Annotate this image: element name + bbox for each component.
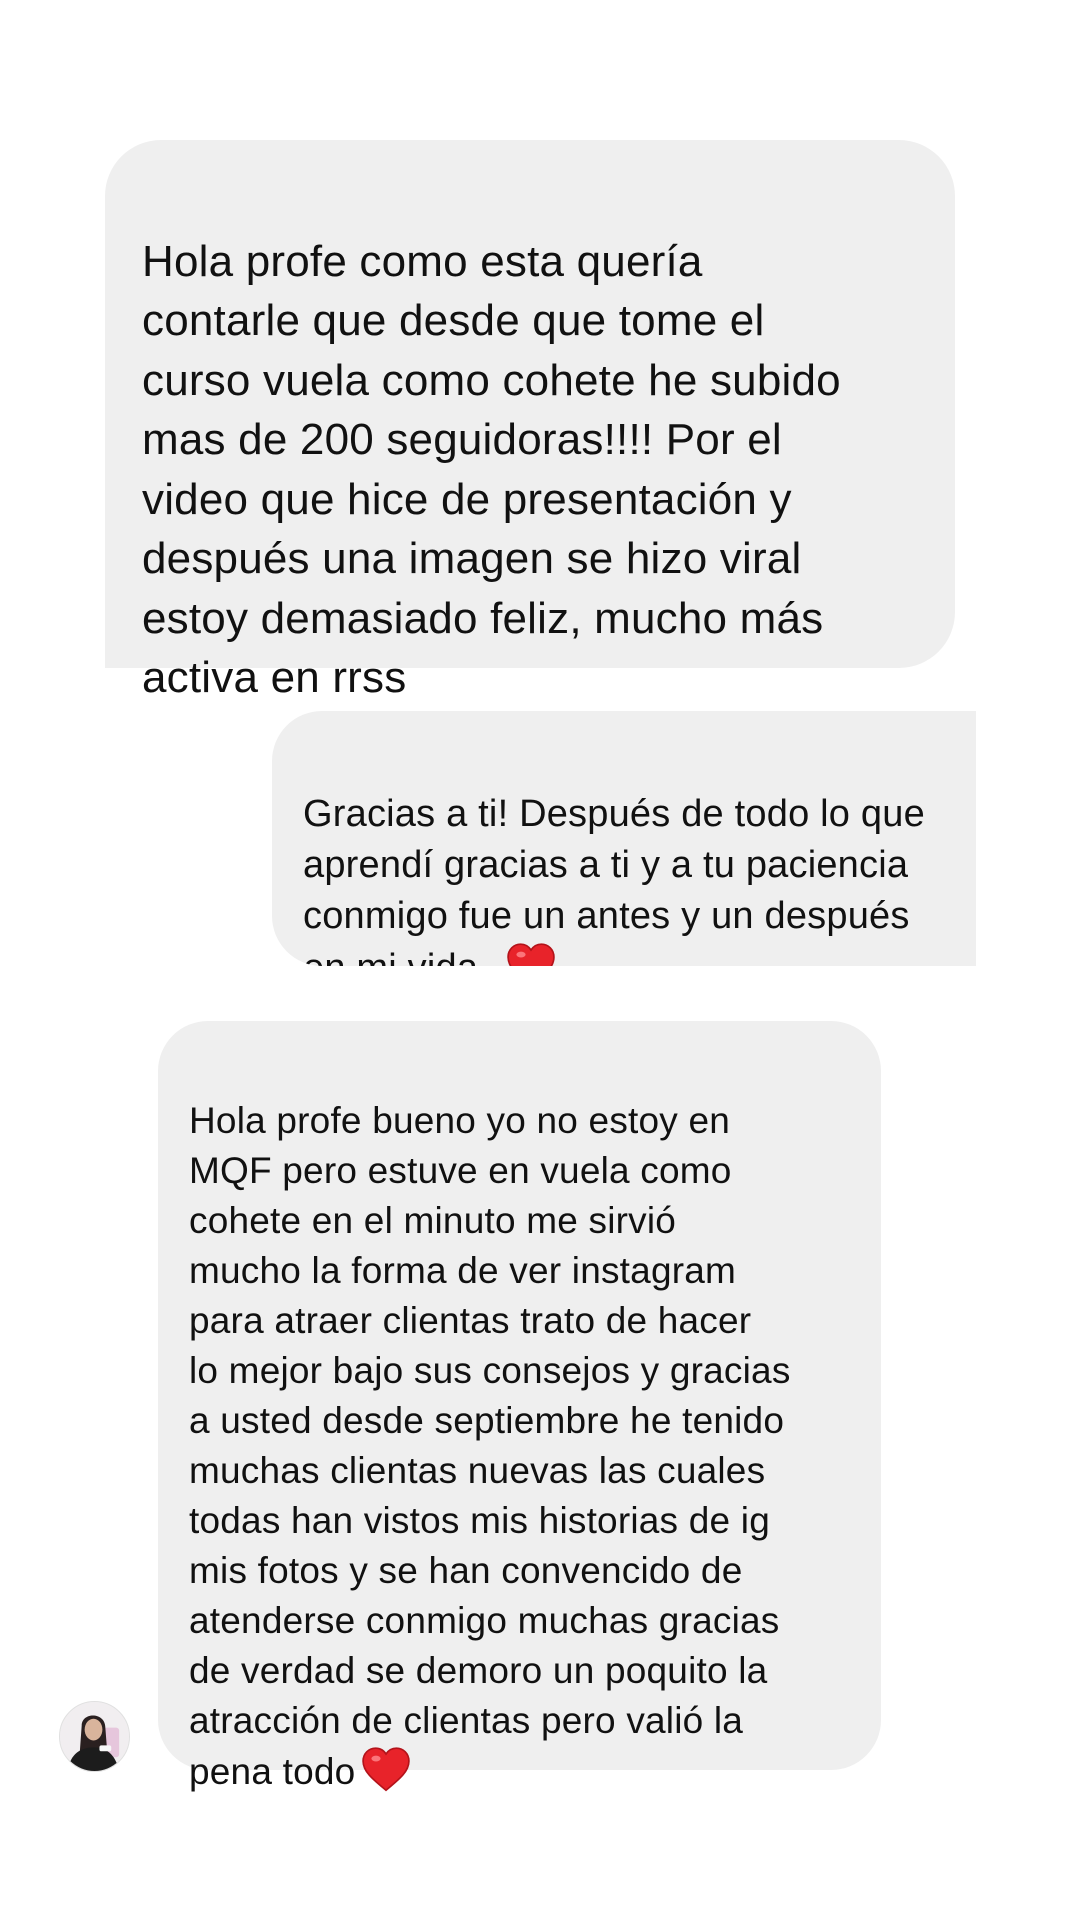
message-text: Gracias a ti! Después de todo lo que apr… <box>303 793 925 966</box>
message-bubble-received-1[interactable]: Hola profe como esta quería contarle que… <box>105 140 955 702</box>
message-text: Hola profe bueno yo no estoy en MQF pero… <box>189 1100 791 1792</box>
message-bubble-sent[interactable]: Gracias a ti! Después de todo lo que apr… <box>272 711 976 966</box>
avatar-image <box>60 1702 129 1771</box>
heart-icon <box>506 942 556 966</box>
heart-icon <box>361 1746 411 1792</box>
message-text: Hola profe como esta quería contarle que… <box>142 236 841 703</box>
message-bubble-received-2[interactable]: Hola profe bueno yo no estoy en MQF pero… <box>158 1021 881 1792</box>
avatar[interactable] <box>59 1701 130 1772</box>
